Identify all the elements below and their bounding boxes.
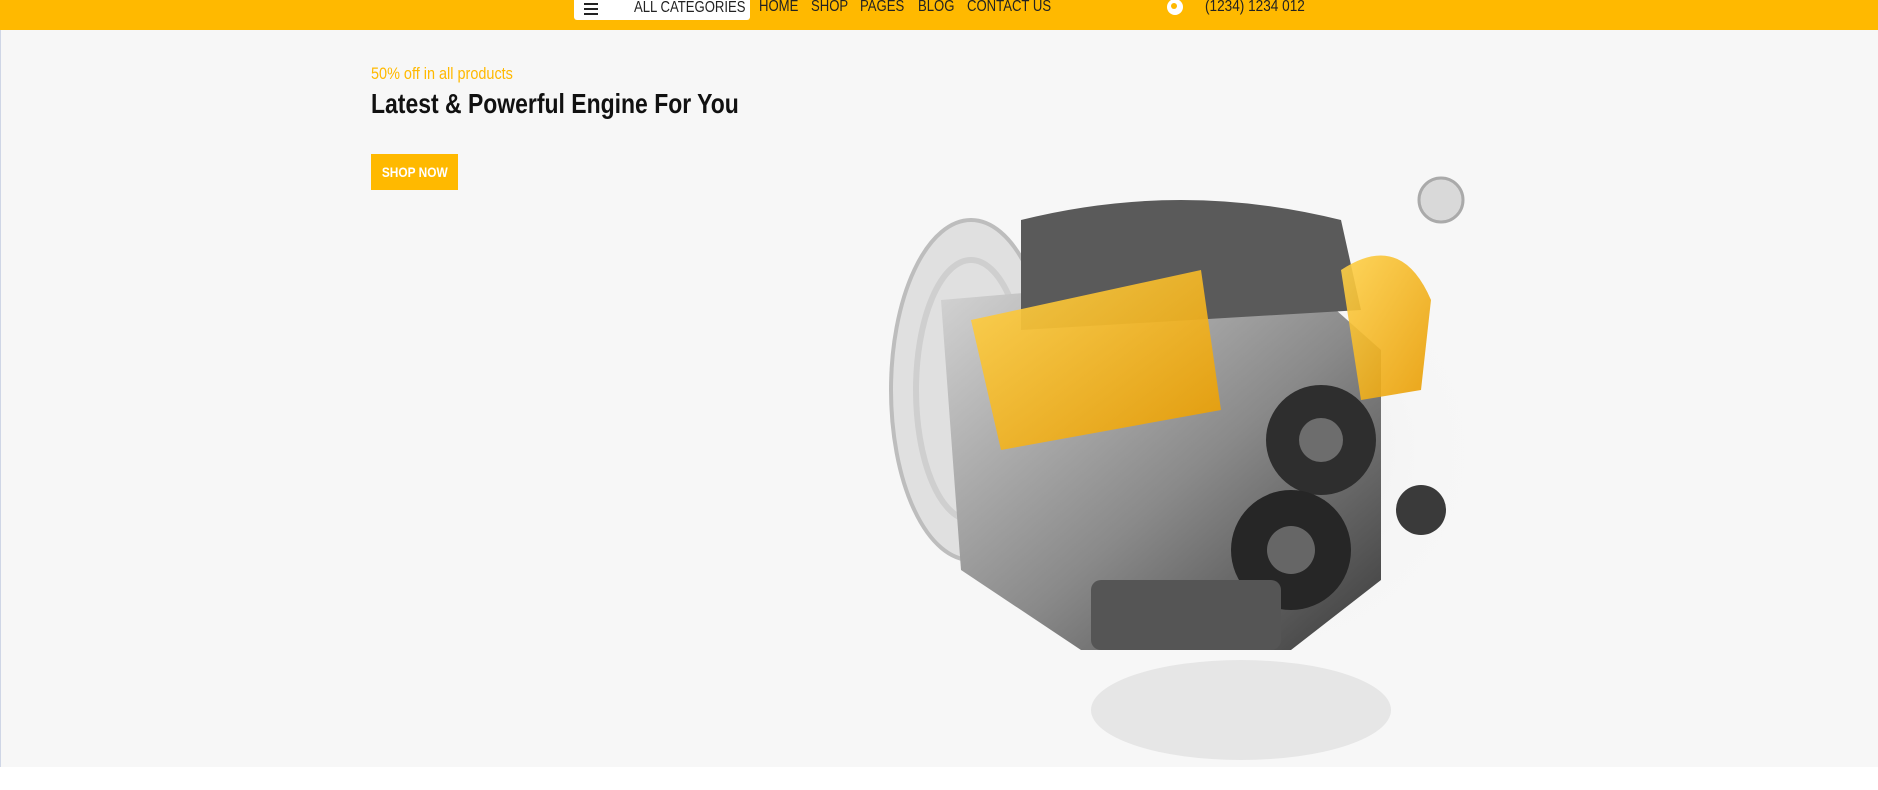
- hero-headline: Latest & Powerful Engine For You: [371, 88, 739, 119]
- shop-now-button[interactable]: SHOP NOW: [371, 154, 458, 190]
- nav-contact-us[interactable]: CONTACT US: [967, 0, 1051, 16]
- main-nav: HOME SHOP PAGES BLOG CONTACT US: [759, 0, 1057, 16]
- nav-pages[interactable]: PAGES: [860, 0, 904, 16]
- nav-shop[interactable]: SHOP: [811, 0, 848, 16]
- engine-image: [889, 176, 1501, 760]
- all-categories-button[interactable]: ALL CATEGORIES: [574, 0, 750, 20]
- offer-text: 50% off in all products: [371, 64, 513, 83]
- phone-contact[interactable]: (1234) 1234 012: [1167, 0, 1322, 16]
- all-categories-label: ALL CATEGORIES: [634, 0, 746, 16]
- shop-now-label: SHOP NOW: [381, 164, 448, 180]
- hero-banner: 50% off in all products Latest & Powerfu…: [0, 30, 1878, 767]
- top-header-bar: ALL CATEGORIES HOME SHOP PAGES BLOG CONT…: [0, 0, 1878, 30]
- nav-blog[interactable]: BLOG: [918, 0, 954, 16]
- nav-home[interactable]: HOME: [759, 0, 798, 16]
- hamburger-icon: [584, 3, 598, 15]
- phone-icon: [1167, 0, 1183, 15]
- phone-number: (1234) 1234 012: [1205, 0, 1305, 15]
